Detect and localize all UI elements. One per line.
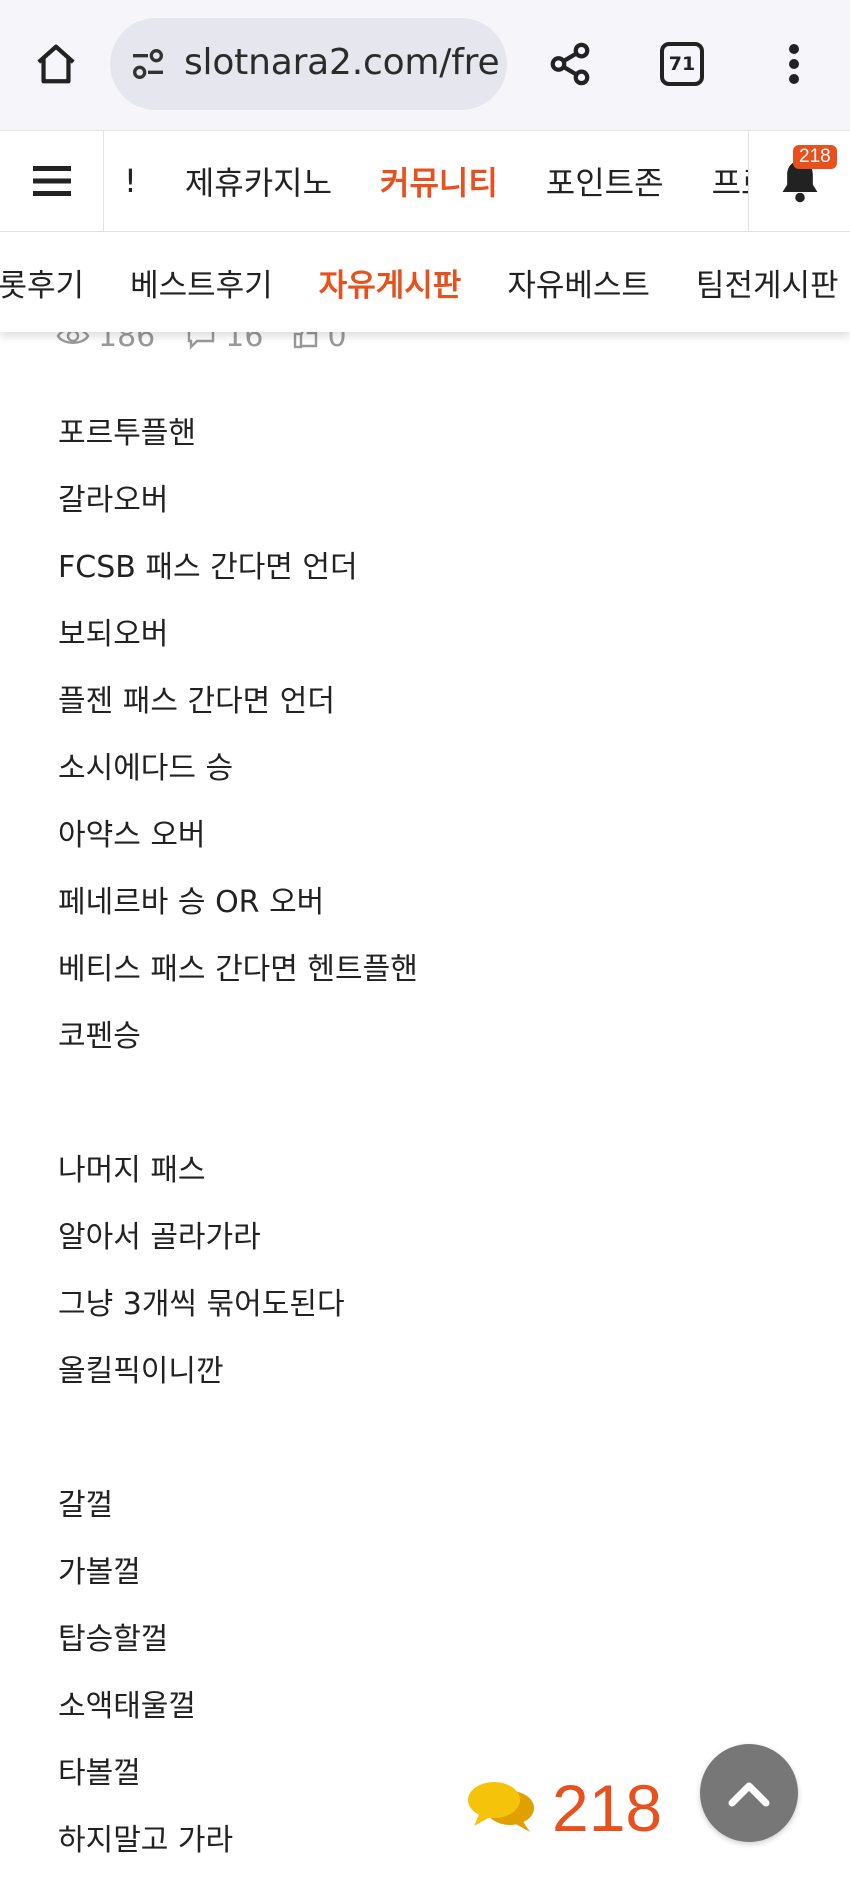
- post-line: 갈라오버: [58, 483, 169, 518]
- nav-item-pro[interactable]: 프로: [712, 158, 748, 204]
- post-line: 페네르바 승 OR 오버: [58, 885, 325, 920]
- post-line: 탑승할껄: [58, 1622, 169, 1657]
- main-nav: ! 제휴카지노 커뮤니티 포인트존 프로 218: [0, 130, 850, 232]
- post-line: 보되오버: [58, 617, 169, 652]
- home-icon: [37, 44, 75, 84]
- post-line-blank: [58, 1405, 818, 1472]
- notification-badge: 218: [793, 145, 837, 169]
- post-line: 소액태울껄: [58, 1689, 196, 1724]
- floating-comment-button[interactable]: 218: [466, 1770, 662, 1846]
- subnav-item-free-best[interactable]: 자유베스트: [507, 260, 650, 305]
- tabs-button[interactable]: 71: [660, 42, 704, 86]
- sub-nav[interactable]: 슬롯후기 베스트후기 자유게시판 자유베스트 팀전게시판: [0, 232, 850, 332]
- browser-toolbar: slotnara2.com/free 71: [0, 0, 850, 130]
- url-text: slotnara2.com/free: [184, 42, 498, 83]
- chat-bubbles-icon: [468, 1782, 534, 1832]
- more-menu-button[interactable]: [774, 34, 814, 94]
- hamburger-icon: [32, 166, 71, 196]
- hamburger-button[interactable]: [0, 131, 104, 231]
- post-line: 그냥 3개씩 묶어도된다: [58, 1287, 345, 1322]
- nav-item-community[interactable]: 커뮤니티: [380, 158, 498, 204]
- post-body: 포르투플핸 갈라오버 FCSB 패스 간다면 언더 보되오버 플젠 패스 간다면…: [58, 400, 818, 1874]
- post-line: 소시에다드 승: [58, 751, 234, 786]
- share-icon: [550, 42, 590, 86]
- post-line: 베티스 패스 간다면 헨트플핸: [58, 952, 418, 987]
- scroll-top-button[interactable]: [700, 1744, 798, 1842]
- address-bar[interactable]: slotnara2.com/free: [110, 18, 507, 110]
- post-line: FCSB 패스 간다면 언더: [58, 550, 358, 585]
- post-line: 하지말고 가라: [58, 1823, 234, 1858]
- subnav-item-best-review[interactable]: 베스트후기: [130, 260, 273, 305]
- chevron-up-icon: [728, 1782, 770, 1807]
- subnav-item-team-board[interactable]: 팀전게시판: [696, 260, 839, 305]
- site-settings-icon[interactable]: [128, 44, 168, 84]
- notification-button[interactable]: 218: [748, 131, 850, 231]
- floating-comment-count: 218: [552, 1771, 663, 1845]
- more-vertical-icon: [789, 44, 799, 84]
- post-line: 나머지 패스: [58, 1153, 206, 1188]
- main-nav-scroll[interactable]: ! 제휴카지노 커뮤니티 포인트존 프로: [104, 131, 748, 231]
- share-button[interactable]: [540, 34, 600, 94]
- tab-count: 71: [668, 53, 696, 75]
- post-line: 가볼껄: [58, 1555, 141, 1590]
- nav-item-point-zone[interactable]: 포인트존: [546, 158, 664, 204]
- subnav-item-free-board[interactable]: 자유게시판: [319, 260, 462, 305]
- post-line-blank: [58, 1070, 818, 1137]
- post-line: 올킬픽이니깐: [58, 1354, 224, 1389]
- nav-item-partial[interactable]: !: [124, 162, 137, 200]
- post-line: 포르투플핸: [58, 416, 196, 451]
- post-line: 알아서 골라가라: [58, 1220, 261, 1255]
- subnav-item-slot-review[interactable]: 슬롯후기: [0, 260, 84, 305]
- post-line: 갈껄: [58, 1488, 114, 1523]
- nav-item-partner-casino[interactable]: 제휴카지노: [185, 158, 332, 204]
- post-line: 플젠 패스 간다면 언더: [58, 684, 336, 719]
- post-line: 코펜승: [58, 1019, 141, 1054]
- post-line: 아약스 오버: [58, 818, 206, 853]
- home-button[interactable]: [26, 34, 86, 94]
